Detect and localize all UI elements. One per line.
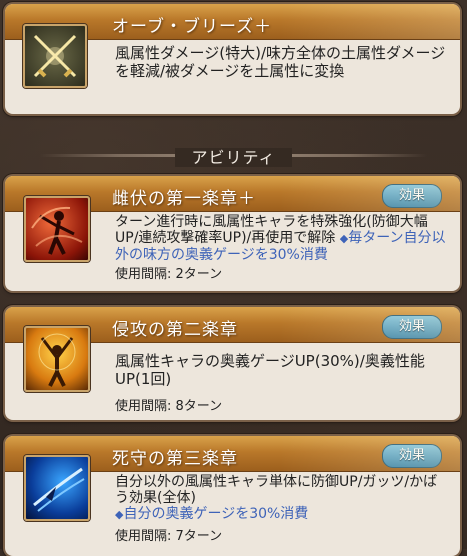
ability-interval-1: 使用間隔: 2ターン xyxy=(115,267,223,282)
ability-description-1: ターン進行時に風属性キャラを特殊強化(防御大幅UP/連続攻撃確率UP)/再使用で… xyxy=(115,214,450,263)
summon-description: 風属性ダメージ(特大)/味方全体の土属性ダメージを軽減/被ダメージを土属性に変換 xyxy=(115,44,446,80)
section-label: アビリティ xyxy=(175,148,292,167)
ability-panel-1: 雌伏の第一楽章＋ 効果 ターン進行時に風属性キャラを特殊強化(防御大幅UP/連続… xyxy=(5,176,460,291)
ability-panel-2: 侵攻の第二楽章 効果 風属性キャラの奥義ゲージUP(30%)/奥義性能UP(1回… xyxy=(5,307,460,420)
ability-desc-text-3: 自分以外の風属性キャラ単体に防御UP/ガッツ/かばう効果(全体) xyxy=(115,474,438,506)
ability-description-2: 風属性キャラの奥義ゲージUP(30%)/奥義性能UP(1回) xyxy=(115,352,425,388)
ability-title-1: 雌伏の第一楽章＋ xyxy=(112,189,256,209)
crossed-swords-icon xyxy=(23,24,87,88)
raised-arms-icon xyxy=(24,326,90,392)
conductor-icon xyxy=(24,196,90,262)
ability-title-3: 死守の第三楽章 xyxy=(112,449,238,469)
effect-button-3[interactable]: 効果 xyxy=(382,444,442,468)
ability-title-2: 侵攻の第二楽章 xyxy=(112,320,238,340)
section-separator: アビリティ xyxy=(0,137,467,173)
note-bullet-1: ◆ xyxy=(339,232,349,245)
ability-description-3: 自分以外の風属性キャラ単体に防御UP/ガッツ/かばう効果(全体) ◆自分の奥義ゲ… xyxy=(115,474,450,523)
effect-button-1[interactable]: 効果 xyxy=(382,184,442,208)
ability-interval-2: 使用間隔: 8ターン xyxy=(115,399,223,414)
ability-panel-3: 死守の第三楽章 効果 自分以外の風属性キャラ単体に防御UP/ガッツ/かばう効果(… xyxy=(5,436,460,556)
summon-title: オーブ・ブリーズ＋ xyxy=(112,17,273,37)
blue-slash-icon xyxy=(24,455,90,521)
ability-interval-3: 使用間隔: 7ターン xyxy=(115,529,223,544)
effect-button-2[interactable]: 効果 xyxy=(382,315,442,339)
summon-panel: オーブ・ブリーズ＋ 風属性ダメージ(特大)/味方全体の土属性ダメージを軽減/被ダ… xyxy=(5,4,460,114)
ability-note-3: 自分の奥義ゲージを30%消費 xyxy=(123,506,309,522)
